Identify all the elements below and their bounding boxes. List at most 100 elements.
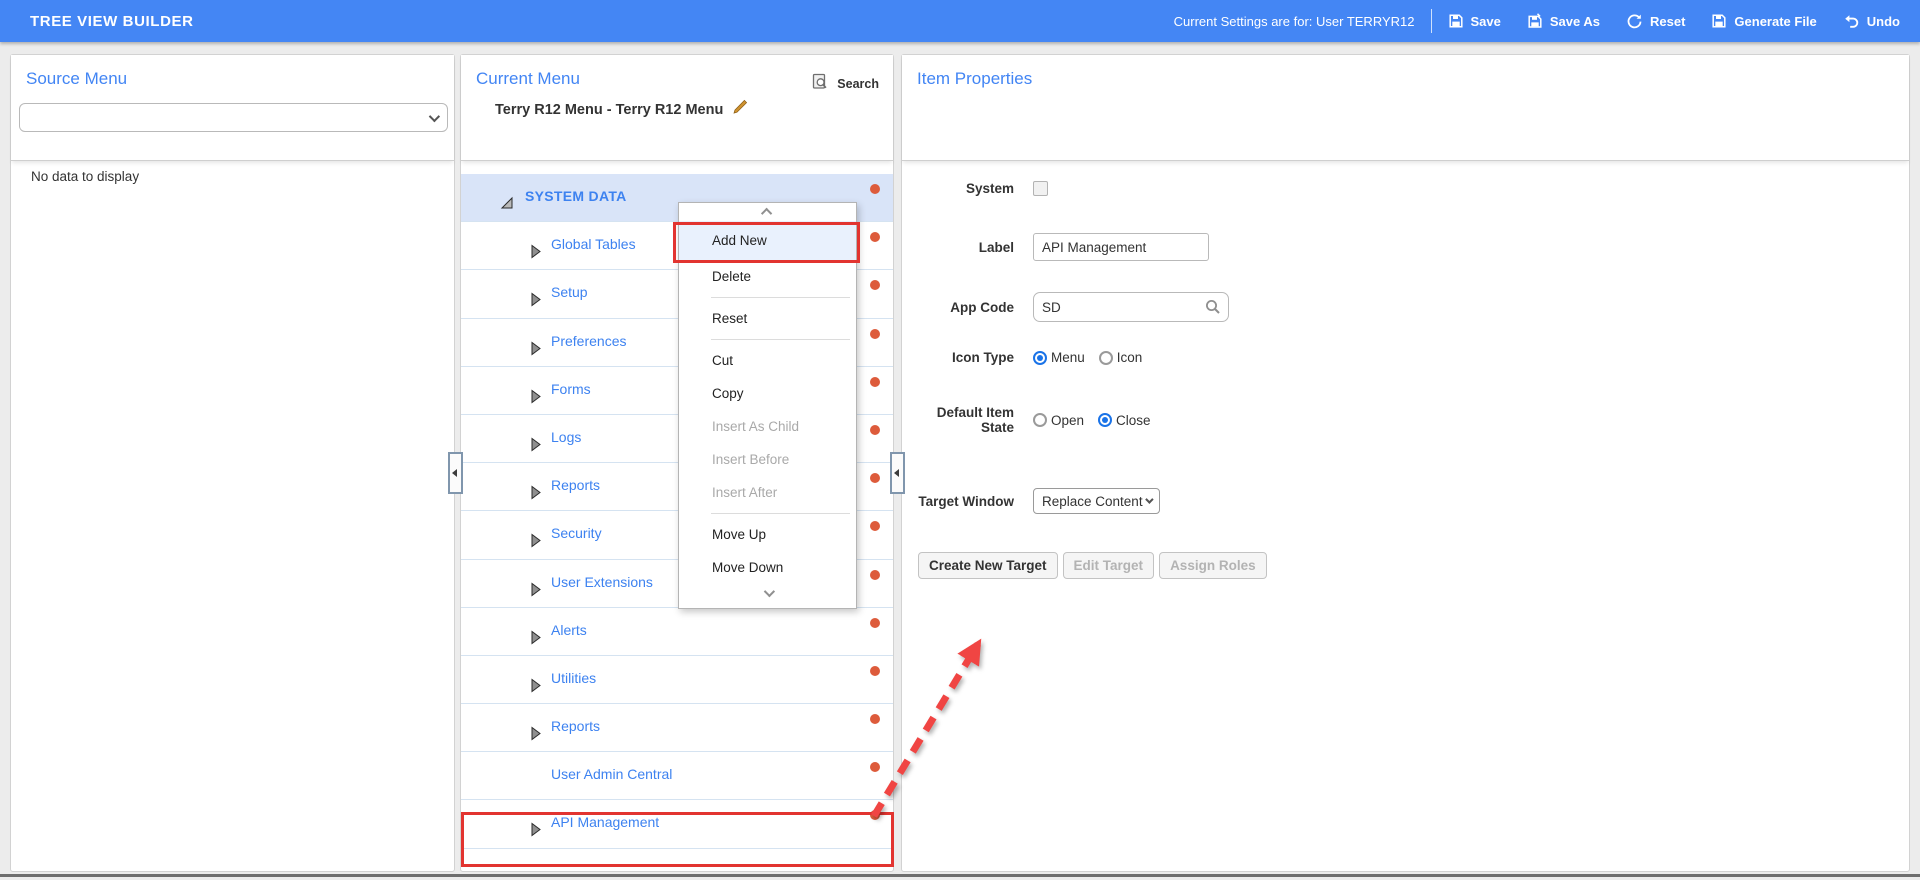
item-properties-panel: Item Properties System Label App Code Ic… bbox=[901, 54, 1910, 872]
context-menu-copy[interactable]: Copy bbox=[679, 377, 856, 410]
expand-arrow-icon[interactable] bbox=[527, 677, 543, 693]
app-code-label: App Code bbox=[950, 299, 1014, 315]
tree-item-label[interactable]: Forms bbox=[551, 381, 591, 397]
target-window-value: Replace Content bbox=[1042, 493, 1143, 509]
search-label: Search bbox=[837, 77, 879, 91]
expand-arrow-icon[interactable] bbox=[527, 484, 543, 500]
panel-collapse-handle-left[interactable] bbox=[448, 452, 463, 494]
target-window-label: Target Window bbox=[918, 493, 1014, 509]
tree-item-label[interactable]: Reports bbox=[551, 718, 600, 734]
tree-item-label[interactable]: User Admin Central bbox=[551, 766, 672, 782]
context-menu-move-down[interactable]: Move Down bbox=[679, 551, 856, 584]
target-window-select[interactable]: Replace Content bbox=[1033, 488, 1160, 514]
edit-target-button[interactable]: Edit Target bbox=[1062, 552, 1155, 579]
tree-item-api-management[interactable]: API Management bbox=[461, 800, 893, 849]
save-as-button[interactable]: Save As bbox=[1527, 13, 1600, 29]
panel-collapse-handle-right[interactable] bbox=[890, 452, 905, 494]
tree-item-label[interactable]: Security bbox=[551, 525, 602, 541]
tree-item-label[interactable]: Alerts bbox=[551, 622, 587, 638]
expand-arrow-icon[interactable] bbox=[527, 388, 543, 404]
expand-arrow-icon[interactable] bbox=[527, 532, 543, 548]
current-menu-header: Current Menu Terry R12 Menu - Terry R12 … bbox=[461, 55, 893, 161]
tree-item-utilities[interactable]: Utilities bbox=[461, 655, 893, 705]
header-divider bbox=[1430, 9, 1432, 33]
status-dot bbox=[870, 714, 880, 725]
create-new-target-button[interactable]: Create New Target bbox=[918, 552, 1058, 579]
source-menu-panel: Source Menu No data to display bbox=[10, 54, 455, 872]
default-item-state-row: Default Item State Open Close bbox=[902, 405, 1161, 435]
target-window-row: Target Window Replace Content bbox=[902, 488, 1160, 514]
window-bottom-edge bbox=[0, 874, 1920, 877]
lookup-magnifier-icon[interactable] bbox=[1205, 299, 1221, 320]
chevron-down-icon bbox=[428, 110, 441, 122]
current-settings-text: Current Settings are for: User TERRYR12 bbox=[1173, 13, 1415, 29]
undo-button[interactable]: Undo bbox=[1843, 13, 1900, 30]
label-label: Label bbox=[978, 239, 1014, 255]
expand-arrow-icon[interactable] bbox=[527, 581, 543, 597]
expand-arrow-icon[interactable] bbox=[527, 629, 543, 645]
save-icon bbox=[1448, 13, 1464, 29]
tree-item-label[interactable]: Preferences bbox=[551, 333, 626, 349]
search-button[interactable]: Search bbox=[812, 73, 879, 95]
default-state-close-radio[interactable] bbox=[1098, 413, 1113, 427]
menu-scroll-down[interactable] bbox=[679, 584, 856, 602]
tree-item-user-admin-central[interactable]: User Admin Central bbox=[461, 752, 893, 801]
save-as-icon bbox=[1527, 13, 1543, 29]
context-menu-insert-as-child: Insert As Child bbox=[712, 419, 800, 434]
expand-arrow-icon[interactable] bbox=[527, 291, 543, 307]
menu-scroll-up[interactable] bbox=[679, 203, 856, 221]
item-properties-header: Item Properties bbox=[902, 55, 1909, 161]
source-menu-dropdown[interactable] bbox=[19, 103, 448, 132]
system-checkbox[interactable] bbox=[1033, 181, 1048, 196]
assign-roles-button[interactable]: Assign Roles bbox=[1159, 552, 1267, 579]
app-code-input[interactable] bbox=[1033, 292, 1229, 322]
chevron-down-icon bbox=[763, 585, 775, 598]
label-row: Label bbox=[902, 233, 1209, 261]
status-dot bbox=[870, 184, 880, 194]
tree-item-alerts[interactable]: Alerts bbox=[461, 607, 893, 656]
expand-arrow-icon[interactable] bbox=[527, 725, 543, 741]
icon-type-icon-label: Icon bbox=[1116, 350, 1143, 365]
generate-file-button[interactable]: Generate File bbox=[1711, 13, 1817, 29]
expand-arrow-icon[interactable] bbox=[527, 340, 543, 356]
tree-context-menu: Add New Delete Reset Cut Copy Insert As … bbox=[673, 202, 860, 609]
status-dot bbox=[870, 617, 880, 628]
icon-type-menu-radio[interactable] bbox=[1033, 350, 1047, 365]
tree-item-label[interactable]: Utilities bbox=[551, 670, 596, 686]
generate-file-icon bbox=[1711, 13, 1727, 29]
default-state-open-label: Open bbox=[1051, 412, 1085, 428]
context-menu-delete[interactable]: Delete bbox=[679, 260, 856, 293]
icon-type-menu-label: Menu bbox=[1051, 350, 1085, 365]
context-menu-cut[interactable]: Cut bbox=[679, 344, 856, 377]
expand-arrow-icon[interactable] bbox=[527, 821, 543, 837]
tree-item-label[interactable]: SYSTEM DATA bbox=[525, 188, 627, 204]
reset-button[interactable]: Reset bbox=[1626, 13, 1685, 30]
tree-item-reports-2[interactable]: Reports bbox=[461, 704, 893, 753]
status-dot bbox=[870, 424, 880, 435]
tree-item-label[interactable]: Setup bbox=[551, 284, 588, 300]
collapse-right-icon bbox=[894, 469, 899, 477]
context-menu-move-up[interactable]: Move Up bbox=[679, 518, 856, 551]
icon-type-icon-radio[interactable] bbox=[1098, 350, 1113, 365]
tree-item-label[interactable]: Logs bbox=[551, 429, 581, 445]
item-properties-form: System Label App Code Icon Type Menu Ico… bbox=[902, 162, 1909, 871]
default-item-state-label: Default Item State bbox=[936, 405, 1014, 435]
tree-item-label[interactable]: Global Tables bbox=[551, 236, 636, 252]
save-button[interactable]: Save bbox=[1448, 13, 1501, 29]
icon-type-radio-group: Menu Icon bbox=[1033, 350, 1152, 365]
collapse-arrow-icon[interactable] bbox=[499, 195, 515, 211]
default-state-open-radio[interactable] bbox=[1033, 413, 1047, 427]
expand-arrow-icon[interactable] bbox=[527, 436, 543, 452]
label-input[interactable] bbox=[1033, 233, 1209, 261]
status-dot bbox=[870, 762, 880, 773]
expand-arrow-icon[interactable] bbox=[527, 243, 543, 259]
edit-pencil-icon[interactable] bbox=[731, 99, 748, 120]
tree-item-label[interactable]: API Management bbox=[551, 814, 659, 830]
menu-name: Terry R12 Menu - Terry R12 Menu bbox=[495, 99, 893, 120]
tree-item-label[interactable]: User Extensions bbox=[551, 574, 653, 590]
tree-item-label[interactable]: Reports bbox=[551, 477, 600, 493]
no-data-text: No data to display bbox=[31, 169, 140, 184]
context-menu-add-new[interactable]: Add New bbox=[679, 221, 856, 260]
status-dot bbox=[870, 665, 880, 676]
context-menu-reset[interactable]: Reset bbox=[679, 302, 856, 335]
